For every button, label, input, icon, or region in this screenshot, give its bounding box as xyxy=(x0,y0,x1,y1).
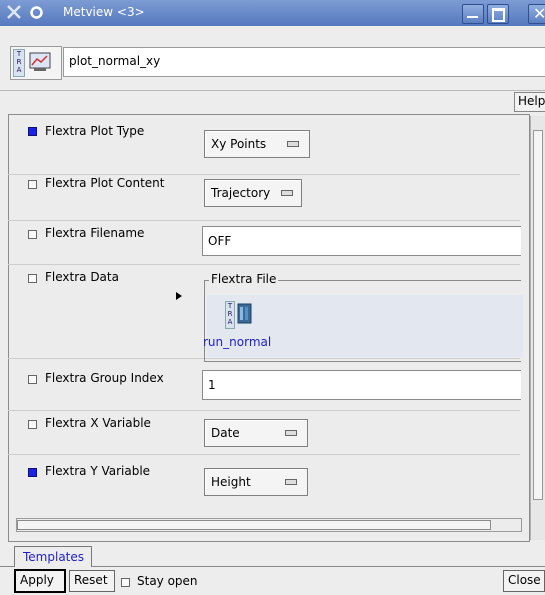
stay-open-checkbox[interactable] xyxy=(121,578,130,587)
param-label: Flextra Data xyxy=(45,270,119,284)
tab-label: Templates xyxy=(23,550,85,564)
close-button[interactable]: ✕ xyxy=(528,4,545,24)
param-checkbox[interactable] xyxy=(28,230,37,239)
param-row-flextra-group-index: Flextra Group Index 1 xyxy=(8,358,521,411)
dropdown-value: Xy Points xyxy=(211,137,267,151)
param-row-flextra-y-variable: Flextra Y Variable Height xyxy=(8,454,520,510)
metview-app-icon[interactable] xyxy=(6,4,22,20)
data-file-icon[interactable] xyxy=(237,303,253,325)
filename-input[interactable]: OFF xyxy=(202,226,521,256)
param-label: Flextra Plot Content xyxy=(45,176,165,190)
dropdown-indicator-icon xyxy=(281,190,293,196)
param-row-flextra-x-variable: Flextra X Variable Date xyxy=(8,410,520,455)
plot-content-dropdown[interactable]: Trajectory xyxy=(204,179,302,207)
param-row-flextra-plot-type: Flextra Plot Type Xy Points xyxy=(8,116,520,175)
help-label: Help xyxy=(518,94,545,108)
scroll-thumb[interactable] xyxy=(533,130,543,500)
param-checkbox[interactable] xyxy=(28,420,37,429)
group-index-value: 1 xyxy=(208,378,216,392)
param-label: Flextra Filename xyxy=(45,226,145,240)
data-file-label[interactable]: run_normal xyxy=(203,335,271,349)
param-label: Flextra X Variable xyxy=(45,416,151,430)
param-checkbox[interactable] xyxy=(28,274,37,283)
maximize-icon xyxy=(492,8,505,22)
flextra-file-group: Flextra File TRA run_normal xyxy=(203,272,523,362)
maximize-button[interactable] xyxy=(487,4,509,24)
flextra-file-title: Flextra File xyxy=(209,272,279,286)
close-label: Close xyxy=(508,573,541,587)
x-variable-dropdown[interactable]: Date xyxy=(204,419,308,447)
plot-type-dropdown[interactable]: Xy Points xyxy=(204,130,310,158)
plot-icon xyxy=(29,52,51,72)
param-label: Flextra Plot Type xyxy=(45,124,145,138)
tra-icon: TRA xyxy=(225,301,235,329)
close-window-button[interactable]: Close xyxy=(503,570,545,592)
stay-open-label: Stay open xyxy=(137,574,198,588)
minimize-icon xyxy=(467,16,478,18)
help-button[interactable]: Help xyxy=(514,92,545,112)
param-checkbox[interactable] xyxy=(28,180,37,189)
close-icon: ✕ xyxy=(533,4,545,23)
filename-value: OFF xyxy=(208,234,232,248)
window-menu-icon[interactable] xyxy=(29,5,44,20)
group-index-input[interactable]: 1 xyxy=(202,370,521,400)
window-titlebar: Metview <3> ✕ xyxy=(0,0,545,26)
scroll-thumb[interactable] xyxy=(17,520,491,530)
param-row-flextra-plot-content: Flextra Plot Content Trajectory xyxy=(8,174,520,221)
icon-name-input[interactable]: plot_normal_xy xyxy=(63,47,545,77)
drop-arrow-icon xyxy=(176,292,182,300)
param-label: Flextra Y Variable xyxy=(45,464,151,478)
vertical-scrollbar[interactable] xyxy=(530,116,545,540)
dropdown-indicator-icon xyxy=(285,479,297,485)
dropdown-value: Height xyxy=(211,475,251,489)
tra-icon: TRA xyxy=(13,49,25,77)
icon-preview: TRA xyxy=(10,46,62,80)
param-checkbox[interactable] xyxy=(28,375,37,384)
horizontal-scrollbar[interactable] xyxy=(16,518,522,532)
param-label: Flextra Group Index xyxy=(45,371,164,385)
apply-button[interactable]: Apply xyxy=(14,569,66,593)
dropdown-value: Trajectory xyxy=(211,186,271,200)
dropdown-indicator-icon xyxy=(287,141,299,147)
dropdown-indicator-icon xyxy=(285,430,297,436)
param-checkbox[interactable] xyxy=(28,468,37,477)
icon-name-value: plot_normal_xy xyxy=(69,54,161,68)
minimize-button[interactable] xyxy=(462,4,484,24)
tab-templates[interactable]: Templates xyxy=(14,546,92,567)
window-title: Metview <3> xyxy=(63,5,145,19)
param-row-flextra-filename: Flextra Filename OFF xyxy=(8,220,521,265)
reset-label: Reset xyxy=(74,573,108,587)
dropdown-value: Date xyxy=(211,426,240,440)
param-checkbox[interactable] xyxy=(28,127,37,136)
y-variable-dropdown[interactable]: Height xyxy=(204,468,308,496)
reset-button[interactable]: Reset xyxy=(69,570,115,592)
help-bar xyxy=(0,90,545,113)
apply-label: Apply xyxy=(20,573,54,587)
